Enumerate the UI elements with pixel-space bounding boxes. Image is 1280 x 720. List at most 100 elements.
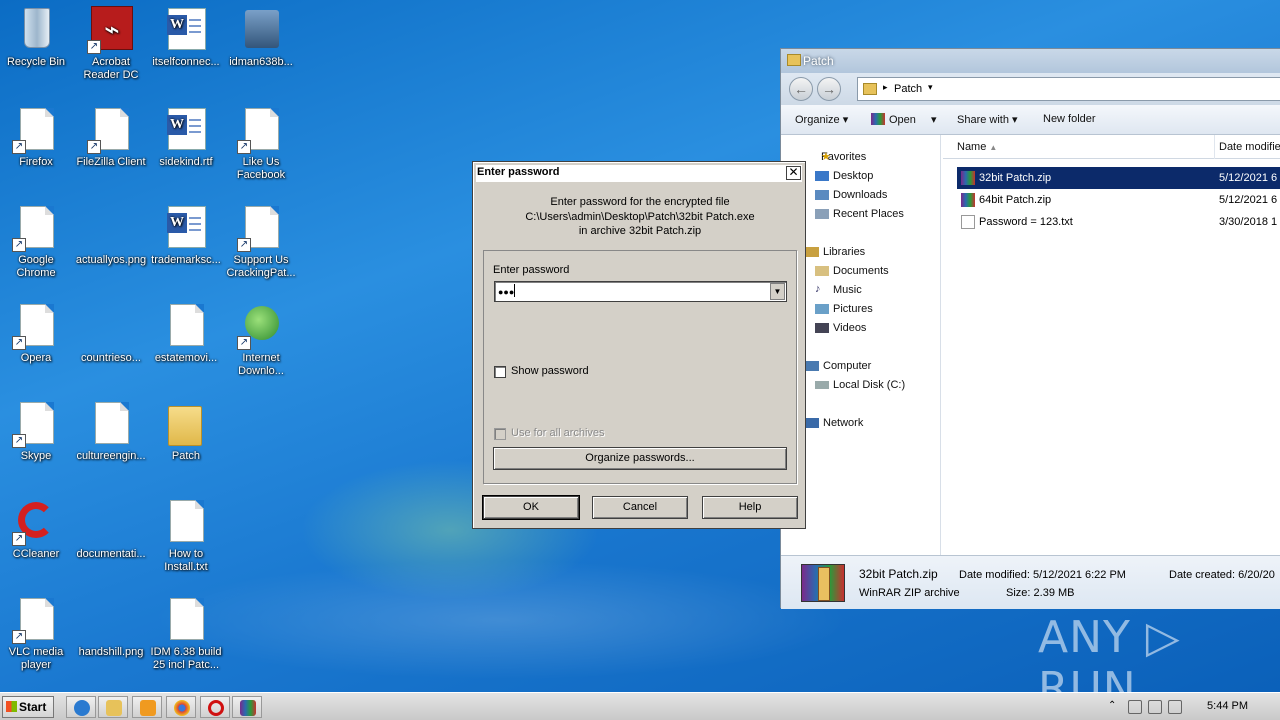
idm-shortcut[interactable]: ↗ Internet Downlo... (223, 302, 299, 378)
support-us-shortcut[interactable]: ↗ Support Us CrackingPat... (223, 204, 299, 280)
icon-label: cultureengin... (76, 450, 146, 462)
new-folder-button[interactable]: New folder (1043, 113, 1096, 125)
word-document-icon: W (167, 108, 206, 150)
actuallyos-file[interactable]: actuallyos.png (73, 204, 149, 267)
open-dropdown[interactable]: ▾ (931, 113, 937, 126)
like-us-facebook-shortcut[interactable]: ↗ Like Us Facebook (223, 106, 299, 182)
trademarksc-file[interactable]: W trademarksc... (148, 204, 224, 267)
address-bar[interactable]: ▸ Patch ▾ (857, 77, 1280, 101)
explorer-window[interactable]: Patch ← → ▸ Patch ▾ Organize ▾ Open ▾ Sh… (780, 48, 1280, 609)
file-row-64bit[interactable]: 64bit Patch.zip 5/12/2021 6 (957, 189, 1280, 211)
column-name[interactable]: Name ▲ (943, 135, 1215, 159)
countrieso-file[interactable]: countrieso... (73, 302, 149, 365)
clock[interactable]: 5:44 PM (1207, 700, 1248, 712)
nav-local-disk[interactable]: Local Disk (C:) (815, 379, 905, 391)
show-password-checkbox[interactable] (494, 366, 506, 378)
icon-label: actuallyos.png (75, 254, 147, 266)
itselfconnec-file[interactable]: W itselfconnec... (148, 6, 224, 69)
column-date-modified[interactable]: Date modifie (1215, 135, 1280, 159)
estatemovi-file[interactable]: estatemovi... (148, 302, 224, 365)
organize-passwords-button[interactable]: Organize passwords... (493, 447, 787, 470)
file-row-password-txt[interactable]: Password = 123.txt 3/30/2018 1 (957, 211, 1280, 233)
recycle-bin-icon[interactable]: Recycle Bin (0, 6, 74, 69)
sidekind-file[interactable]: W sidekind.rtf (148, 106, 224, 169)
details-date-modified: Date modified: 5/12/2021 6:22 PM (959, 569, 1126, 581)
ccleaner-shortcut[interactable]: ↗ CCleaner (0, 498, 74, 561)
open-button[interactable]: Open (871, 113, 916, 126)
enter-password-dialog[interactable]: Enter password ✕ Enter password for the … (472, 161, 806, 529)
explorer-toolbar: Organize ▾ Open ▾ Share with ▾ New folde… (781, 105, 1280, 135)
chevron-right-icon[interactable]: ▸ (883, 82, 888, 93)
icon-label: FileZilla Client (76, 156, 146, 168)
chevron-down-icon[interactable]: ▾ (928, 82, 933, 93)
skype-shortcut[interactable]: ↗ Skype (0, 400, 74, 463)
nav-favorites[interactable]: ★ Favorites (803, 151, 866, 163)
cancel-button[interactable]: Cancel (592, 496, 688, 519)
back-button[interactable]: ← (789, 77, 813, 101)
icon-label: How to Install.txt (164, 548, 208, 573)
password-label: Enter password (493, 264, 570, 276)
taskbar-media-player[interactable] (132, 696, 162, 718)
documentati-file[interactable]: documentati... (73, 498, 149, 561)
recent-places-icon (815, 209, 829, 219)
file-row-32bit[interactable]: 32bit Patch.zip 5/12/2021 6 (957, 167, 1280, 189)
ie-icon (74, 700, 90, 716)
forward-button[interactable]: → (817, 77, 841, 101)
volume-icon[interactable] (1128, 700, 1142, 714)
acrobat-shortcut[interactable]: ⌁ ↗ Acrobat Reader DC (73, 6, 149, 82)
organize-menu[interactable]: Organize ▾ (795, 113, 848, 126)
start-button[interactable]: Start (2, 696, 54, 718)
chevron-down-icon[interactable]: ▼ (770, 283, 785, 300)
taskbar-winrar[interactable] (232, 696, 262, 718)
patch-folder[interactable]: Patch (148, 400, 224, 463)
network-icon (805, 418, 819, 428)
taskbar-explorer[interactable] (98, 696, 128, 718)
nav-music[interactable]: ♪ Music (815, 283, 862, 296)
column-header: Name ▲ Date modifie (943, 135, 1280, 159)
nav-videos[interactable]: Videos (815, 322, 866, 334)
taskbar-ie[interactable] (66, 696, 96, 718)
filezilla-shortcut[interactable]: ↗ FileZilla Client (73, 106, 149, 169)
icon-label: sidekind.rtf (159, 156, 213, 168)
password-group: Enter password ●●● ▼ Show password Use f… (483, 250, 797, 484)
password-input[interactable]: ●●● ▼ (494, 281, 787, 302)
dialog-title-bar[interactable]: Enter password ✕ (476, 165, 802, 182)
nav-downloads[interactable]: Downloads (815, 189, 887, 201)
show-password-label[interactable]: Show password (511, 365, 589, 377)
nav-network[interactable]: Network (805, 417, 863, 429)
winrar-archive-icon (801, 564, 845, 602)
action-center-icon[interactable] (1168, 700, 1182, 714)
nav-computer[interactable]: Computer (805, 360, 871, 372)
word-document-icon: W (167, 206, 206, 248)
nav-libraries[interactable]: Libraries (805, 246, 865, 258)
idm-build-file[interactable]: IDM 6.38 build 25 incl Patc... (148, 596, 224, 672)
use-for-all-label: Use for all archives (511, 427, 605, 439)
nav-desktop[interactable]: Desktop (815, 170, 873, 182)
help-button[interactable]: Help (702, 496, 798, 519)
opera-shortcut[interactable]: ↗ Opera (0, 302, 74, 365)
ok-button[interactable]: OK (482, 495, 580, 520)
chevron-up-icon[interactable]: ⌃ (1108, 700, 1122, 714)
vlc-shortcut[interactable]: ↗ VLC media player (0, 596, 74, 672)
handshill-file[interactable]: handshill.png (73, 596, 149, 659)
firefox-shortcut[interactable]: ↗ Firefox (0, 106, 74, 169)
close-icon[interactable]: ✕ (786, 166, 801, 180)
nav-documents[interactable]: Documents (815, 265, 889, 277)
nav-recent-places[interactable]: Recent Places (815, 208, 904, 220)
taskbar-opera[interactable] (200, 696, 230, 718)
cultureengin-file[interactable]: cultureengin... (73, 400, 149, 463)
icon-label: Support Us CrackingPat... (226, 254, 296, 279)
share-with-menu[interactable]: Share with ▾ (957, 113, 1018, 126)
explorer-title-bar[interactable]: Patch (781, 49, 1280, 73)
icon-label: Firefox (19, 156, 53, 168)
chrome-shortcut[interactable]: ↗ Google Chrome (0, 204, 74, 280)
taskbar-chrome[interactable] (166, 696, 196, 718)
how-to-install-file[interactable]: How to Install.txt (148, 498, 224, 574)
icon-label: countrieso... (81, 352, 141, 364)
window-title: Patch (803, 54, 834, 68)
idm-globe-icon (245, 306, 279, 340)
network-tray-icon[interactable] (1148, 700, 1162, 714)
nav-pictures[interactable]: Pictures (815, 303, 873, 315)
chrome-icon (174, 700, 190, 716)
idman-installer[interactable]: idman638b... (223, 6, 299, 69)
